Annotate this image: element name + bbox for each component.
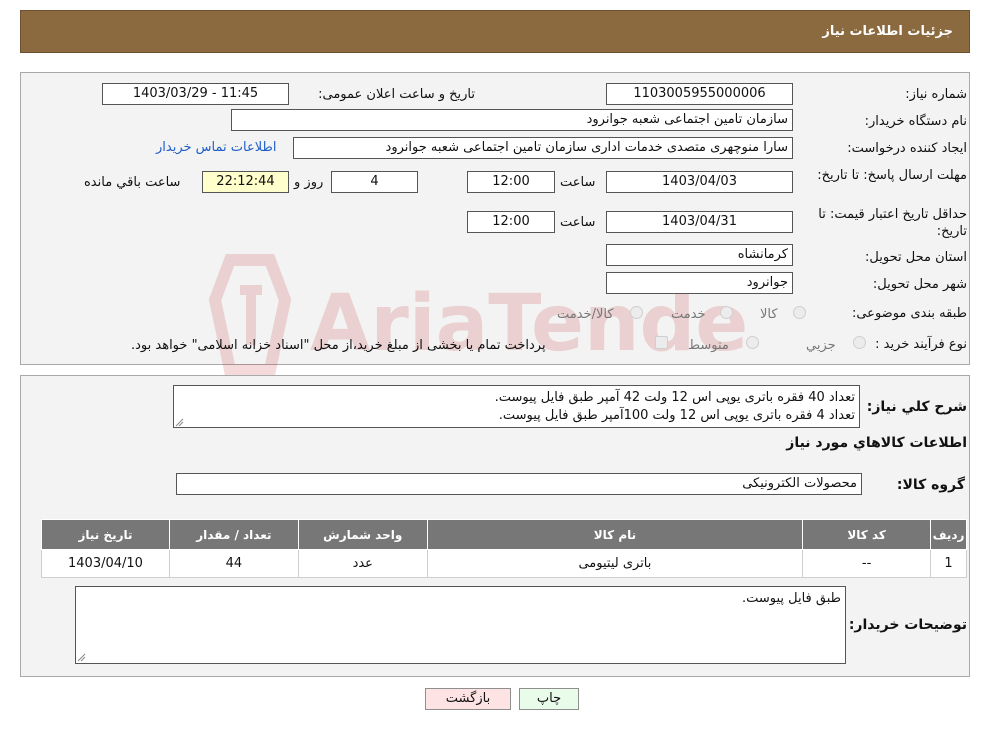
col-qty: تعداد / مقدار [168,519,299,550]
cell-date: 1403/04/10 [41,549,170,578]
category-label: طبقه بندی موضوعی: [851,306,967,321]
print-button[interactable]: چاپ [519,688,579,710]
announce-date-field: 1403/03/29 - 11:45 [102,83,289,105]
validity-time-field: 12:00 [467,211,555,233]
city-label: شهر محل تحویل: [872,277,967,292]
city-field: جوانرود [606,272,793,294]
deadline-time-label: ساعت [560,175,596,190]
process-option-minor: جزيي [806,338,836,353]
creator-field: سارا منوچهری متصدی خدمات اداری سازمان تا… [293,137,793,159]
buyer-org-label: نام دستگاه خریدار: [864,114,967,129]
validity-date-field: 1403/04/31 [606,211,793,233]
process-label: نوع فرآیند خرید : [875,337,967,352]
cell-name: باتری لیتیومی [426,549,804,578]
goods-group-field: محصولات الکترونیکی [176,473,862,495]
category-radio-service[interactable] [720,306,733,319]
description-textarea[interactable]: تعداد 40 فقره باتری یوپی اس 12 ولت 42 آم… [173,385,860,428]
buyer-notes-label: توضیحات خریدار: [848,617,967,633]
cell-index: 1 [930,549,967,578]
category-option-goods: کالا [760,307,778,322]
process-option-medium: متوسط [688,338,729,353]
page-header: جزئیات اطلاعات نیاز [20,10,970,53]
goods-table: رديف کد کالا نام کالا واحد شمارش تعداد /… [41,519,967,578]
cell-qty: 44 [168,549,299,578]
description-label: شرح کلي نياز: [866,399,967,415]
goods-section-title: اطلاعات کالاهاي مورد نياز [786,435,967,451]
buyer-contact-link[interactable]: اطلاعات تماس خریدار [156,140,276,155]
col-unit: واحد شمارش [297,519,428,550]
deadline-label: مهلت ارسال پاسخ: تا تاریخ: [817,168,967,183]
creator-label: ایجاد کننده درخواست: [847,141,967,156]
description-line-1: تعداد 40 فقره باتری یوپی اس 12 ولت 42 آم… [494,390,855,405]
goods-group-label: گروه کالا: [896,477,965,493]
announce-date-label: تاریخ و ساعت اعلان عمومی: [318,87,475,102]
process-radio-medium[interactable] [746,336,759,349]
days-label: روز و [294,175,324,190]
resize-grip-icon[interactable] [77,653,86,662]
need-number-field: 1103005955000006 [606,83,793,105]
back-button[interactable]: بازگشت [425,688,511,710]
resize-grip-icon[interactable] [175,418,184,427]
description-line-2: تعداد 4 فقره باتری یوپی اس 12 ولت 100آمپ… [498,408,855,423]
col-name: نام کالا [426,519,804,550]
cell-code: -- [802,549,932,578]
col-index: رديف [930,519,967,550]
deadline-time-field: 12:00 [467,171,555,193]
process-note: پرداخت تمام یا بخشی از مبلغ خرید،از محل … [131,338,546,353]
remaining-label: ساعت باقي مانده [84,175,181,190]
days-field: 4 [331,171,418,193]
validity-label: حداقل تاریخ اعتبار قیمت: تا تاریخ: [818,207,967,239]
province-label: استان محل تحویل: [865,250,967,265]
validity-time-label: ساعت [560,215,596,230]
category-option-goods-service: کالا/خدمت [557,307,614,322]
deadline-date-field: 1403/04/03 [606,171,793,193]
treasury-checkbox[interactable] [655,336,668,349]
province-field: کرمانشاه [606,244,793,266]
cell-unit: عدد [297,549,428,578]
col-code: کد کالا [802,519,932,550]
buyer-notes-textarea[interactable]: طبق فایل پیوست. [75,586,846,664]
page-title: جزئیات اطلاعات نیاز [822,24,953,39]
category-radio-goods[interactable] [793,306,806,319]
buyer-org-field: سازمان تامین اجتماعی شعبه جوانرود [231,109,793,131]
category-radio-goods-service[interactable] [630,306,643,319]
goods-table-header: رديف کد کالا نام کالا واحد شمارش تعداد /… [41,519,967,550]
need-number-label: شماره نیاز: [905,87,967,102]
category-option-service: خدمت [671,307,706,322]
table-row: 1 -- باتری لیتیومی عدد 44 1403/04/10 [41,549,967,578]
col-date: تاريخ نياز [41,519,170,550]
remaining-time-field: 22:12:44 [202,171,289,193]
process-radio-minor[interactable] [853,336,866,349]
